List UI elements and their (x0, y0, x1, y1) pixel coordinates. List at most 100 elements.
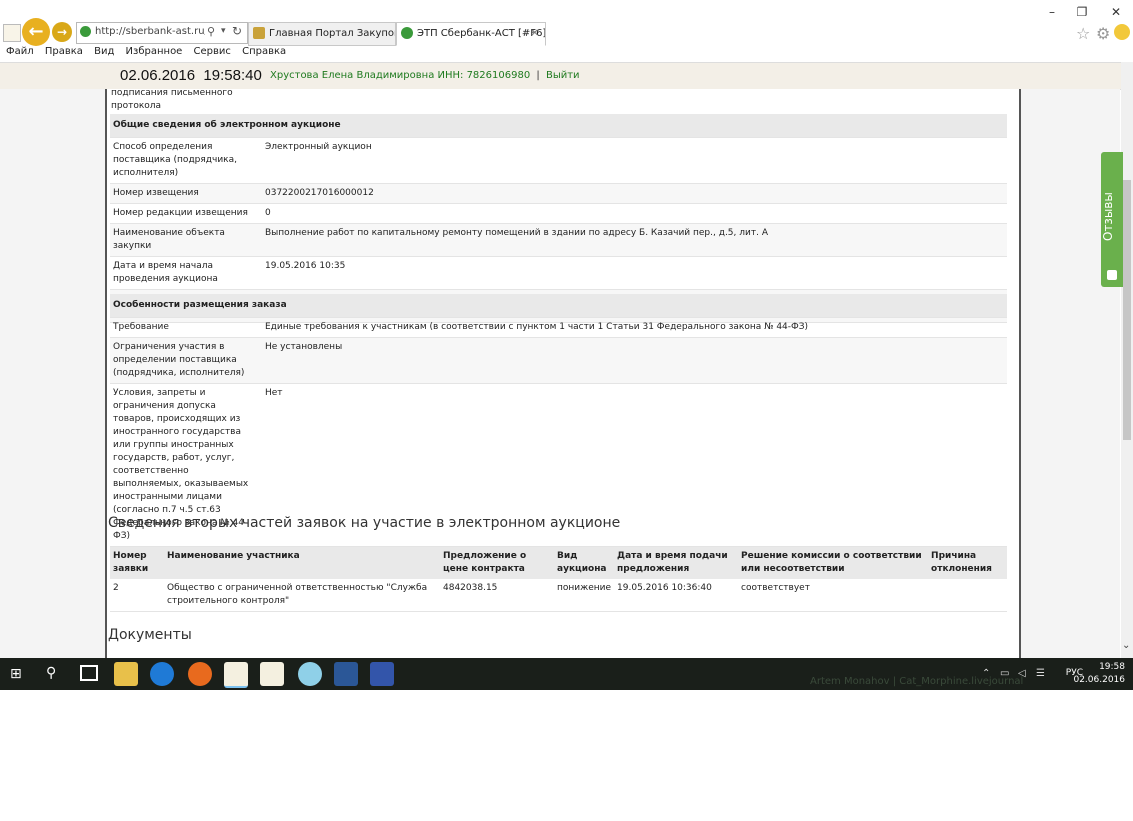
menu-tools[interactable]: Сервис (194, 46, 231, 57)
restore-button[interactable]: ❐ (1070, 4, 1094, 20)
field-label: Ограничения участия в определении постав… (110, 337, 262, 384)
search-icon[interactable]: ⚲ (207, 25, 215, 38)
sberbank-favicon-icon (401, 27, 413, 39)
settings-gear-icon[interactable]: ⚙ (1096, 24, 1110, 43)
close-tab-icon[interactable]: ✕ (531, 23, 539, 45)
close-window-button[interactable]: ✕ (1104, 4, 1128, 20)
file-explorer-icon[interactable] (114, 662, 138, 686)
col-header: Вид аукциона (554, 547, 615, 579)
back-button[interactable]: ← (22, 18, 50, 46)
bid-number: 2 (110, 579, 164, 612)
menu-bar: Файл Правка Вид Избранное Сервис Справка (0, 46, 1133, 62)
auction-info-table: Общие сведения об электронном аукционе С… (110, 114, 1007, 323)
smiley-feedback-icon[interactable] (1114, 24, 1130, 40)
price-offer: 4842038.15 (440, 579, 554, 612)
field-label: Наименование объекта закупки (110, 223, 262, 257)
site-icon (3, 24, 21, 42)
save-floppy-icon[interactable] (370, 662, 394, 686)
field-label: Номер редакции извещения (110, 203, 262, 224)
windows-start-icon[interactable]: ⊞ (10, 666, 22, 682)
commission-decision: соответствует (738, 579, 929, 612)
order-features-table: Особенности размещения заказа Требование… (110, 294, 1007, 547)
documents-heading: Документы (108, 627, 192, 643)
menu-edit[interactable]: Правка (45, 46, 83, 57)
network-icon[interactable]: ▭ (1000, 668, 1009, 679)
submission-datetime: 19.05.2016 10:36:40 (614, 579, 739, 612)
watermark: Artem Monahov | Cat_Morphine.livejournal (810, 676, 1024, 687)
col-header: Наименование участника (164, 547, 440, 579)
edit-note-icon (1107, 270, 1117, 280)
secure-site-icon (80, 26, 91, 37)
menu-favorites[interactable]: Избранное (126, 46, 183, 57)
separator: | (536, 70, 540, 81)
time-text: 19:58:40 (203, 67, 262, 84)
field-value: Выполнение работ по капитальному ремонту… (262, 223, 1007, 257)
word-icon[interactable] (334, 662, 358, 686)
menu-help[interactable]: Справка (242, 46, 286, 57)
tab-label: ЭТП Сбербанк-АСТ [#F6] (417, 28, 546, 39)
field-label: Дата и время начала проведения аукциона (110, 256, 262, 290)
firefox-icon[interactable] (188, 662, 212, 686)
browser-window-1-icon[interactable] (224, 662, 248, 688)
menu-file[interactable]: Файл (6, 46, 34, 57)
url-text: http://sberbank-ast.ru/Viev (95, 26, 205, 37)
table-row: 2 Общество с ограниченной ответственност… (110, 579, 1007, 612)
col-header: Причина отклонения (928, 547, 1007, 579)
scroll-down-icon[interactable]: ⌄ (1122, 640, 1130, 651)
task-view-icon[interactable] (80, 665, 98, 681)
tab-sberbank-ast[interactable]: ЭТП Сбербанк-АСТ [#F6] ✕ (396, 22, 546, 46)
field-value: 0 (262, 203, 1007, 224)
participant-name: Общество с ограниченной ответственностью… (164, 579, 440, 612)
tab-label: Главная Портал Закупок (269, 28, 396, 39)
date-text: 02.06.2016 (120, 67, 196, 84)
col-header: Предложение о цене контракта (440, 547, 554, 579)
user-name: Хрустова Елена Владимировна ИНН: 7826106… (270, 70, 531, 81)
field-label: Требование (110, 317, 262, 338)
tray-chevron-icon[interactable]: ⌃ (982, 668, 990, 679)
bids-header-row: Номер заявки Наименование участника Пред… (110, 547, 1007, 579)
col-header: Решение комиссии о соответствии или несо… (738, 547, 929, 579)
section-title-features: Особенности размещения заказа (110, 294, 1007, 318)
col-header: Дата и время подачи предложения (614, 547, 739, 579)
tab-portal[interactable]: Главная Портал Закупок (248, 22, 396, 46)
field-label: Номер извещения (110, 183, 262, 204)
col-header: Номер заявки (110, 547, 164, 579)
server-datetime: 02.06.2016 19:58:40 (120, 67, 262, 84)
taskbar-clock[interactable]: 19:58 02.06.2016 (1073, 661, 1125, 687)
favorites-star-icon[interactable]: ☆ (1076, 24, 1090, 43)
notifications-icon[interactable]: ☰ (1036, 668, 1045, 679)
field-value: Единые требования к участникам (в соотве… (262, 317, 1007, 338)
clock-time: 19:58 (1099, 662, 1125, 672)
field-value: Электронный аукцион (262, 137, 1007, 184)
address-bar[interactable]: http://sberbank-ast.ru/Viev ⚲ ▾ ↻ (76, 22, 248, 44)
internet-explorer-icon[interactable] (150, 662, 174, 686)
search-icon[interactable]: ⚲ (46, 665, 56, 681)
volume-icon[interactable]: ◁ (1018, 668, 1026, 679)
rejection-reason (928, 579, 1007, 612)
taskbar: Artem Monahov | Cat_Morphine.livejournal… (0, 658, 1133, 690)
field-label: Способ определения поставщика (подрядчик… (110, 137, 262, 184)
clock-date: 02.06.2016 (1073, 675, 1125, 685)
reviews-widget[interactable]: Отзывы (1101, 152, 1123, 287)
bids-table: Номер заявки Наименование участника Пред… (110, 547, 1007, 612)
dropdown-icon[interactable]: ▾ (221, 26, 226, 36)
section-title-general: Общие сведения об электронном аукционе (110, 114, 1007, 138)
field-value: 19.05.2016 10:35 (262, 256, 1007, 290)
field-value: 0372200217016000012 (262, 183, 1007, 204)
logout-link[interactable]: Выйти (546, 70, 580, 81)
field-value: Не установлены (262, 337, 1007, 384)
browser-window-2-icon[interactable] (260, 662, 284, 686)
app-header: 02.06.2016 19:58:40 Хрустова Елена Влади… (0, 62, 1133, 90)
partial-row-text: подписания письменного протокола (111, 89, 233, 111)
second-parts-heading: Сведения вторых частей заявок на участие… (108, 515, 621, 531)
auction-type: понижение (554, 579, 615, 612)
refresh-icon[interactable]: ↻ (232, 24, 242, 38)
browser-window-3-icon[interactable] (298, 662, 322, 686)
reviews-label: Отзывы (1101, 192, 1115, 242)
menu-view[interactable]: Вид (94, 46, 114, 57)
forward-button[interactable]: → (52, 22, 72, 42)
minimize-button[interactable]: – (1040, 4, 1064, 20)
scrollbar-thumb[interactable] (1123, 180, 1131, 440)
content-panel: подписания письменного протокола Общие с… (105, 89, 1021, 659)
browser-chrome: – ❐ ✕ ← → http://sberbank-ast.ru/Viev ⚲ … (0, 0, 1133, 62)
